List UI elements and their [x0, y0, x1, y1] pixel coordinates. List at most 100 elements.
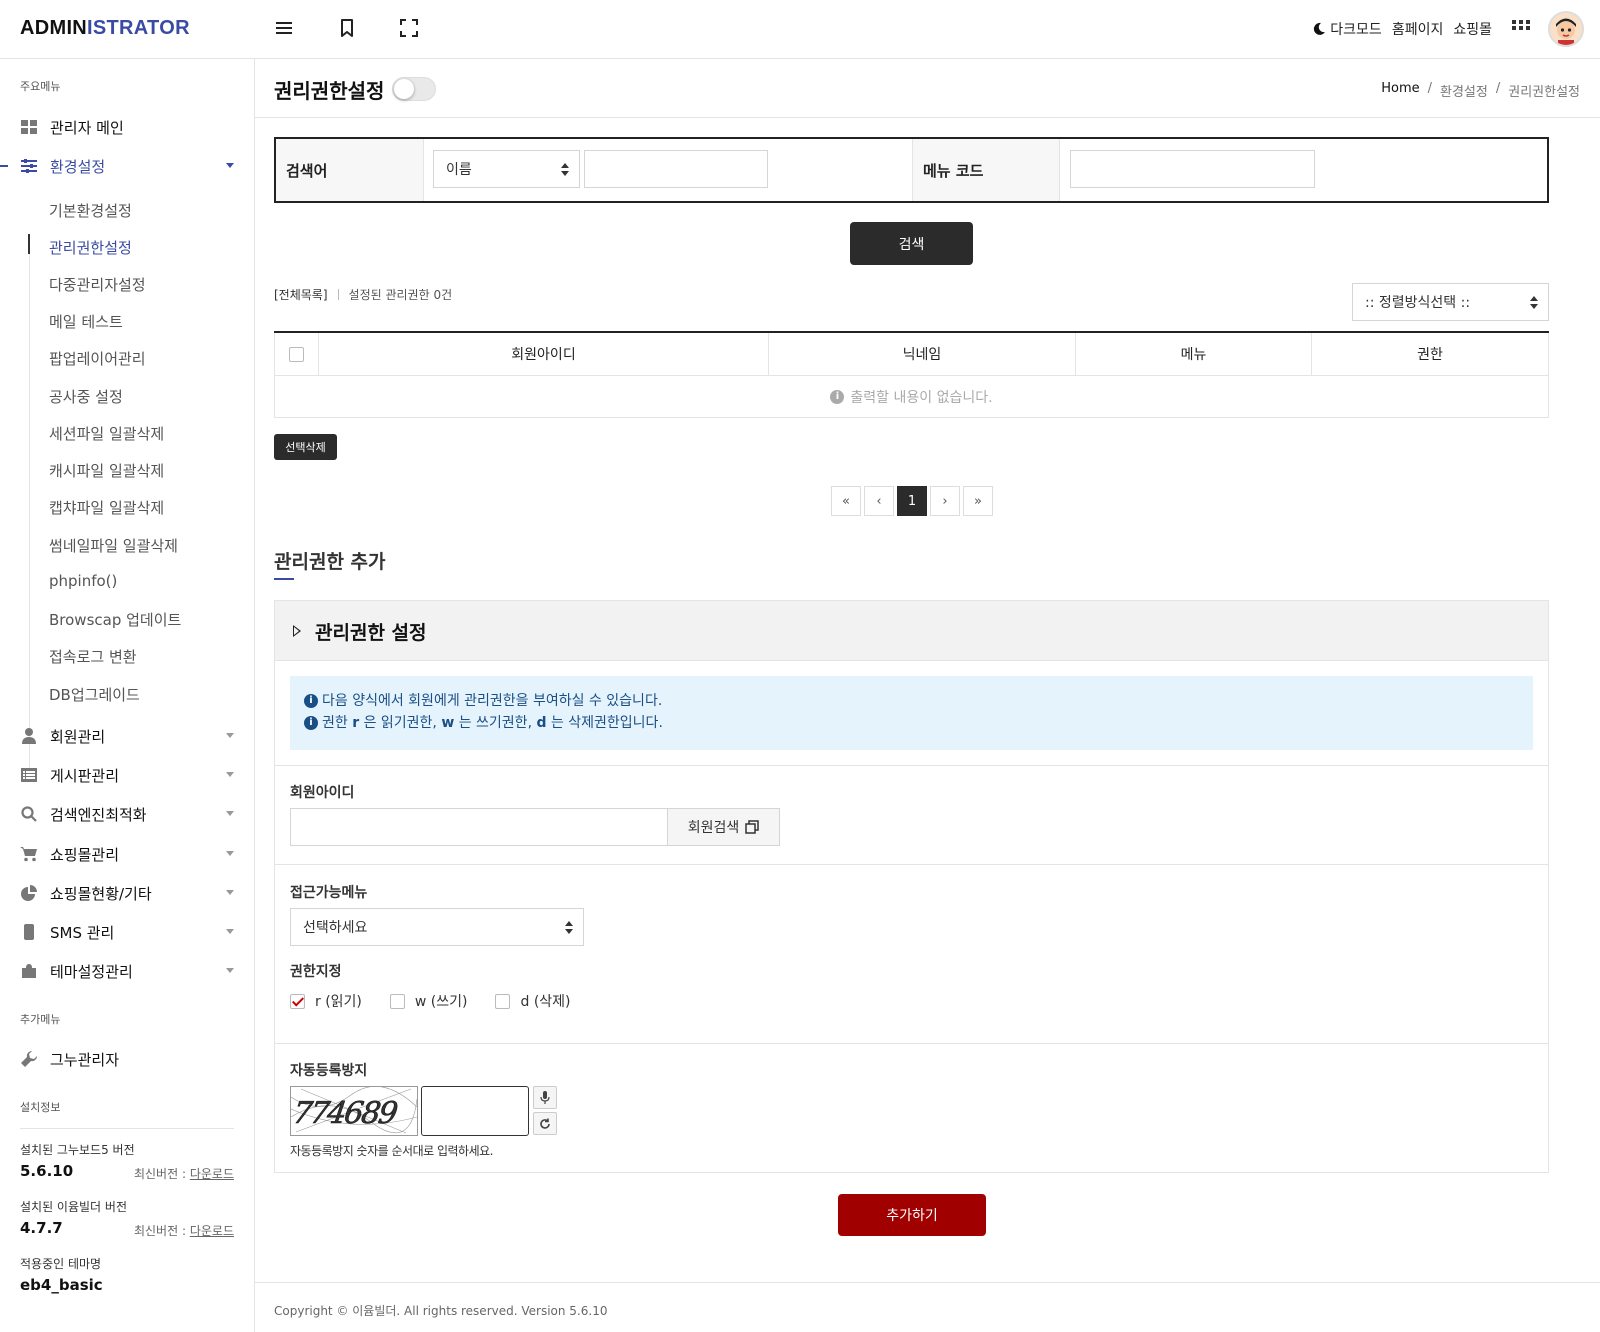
dark-mode-toggle[interactable]: 다크모드 — [1312, 19, 1382, 39]
sidebar-item-theme[interactable]: 테마설정관리 — [20, 956, 240, 986]
user-icon — [20, 727, 38, 745]
submenu-popup-layer[interactable]: 팝업레이어관리 — [49, 348, 146, 369]
sidebar-item-shop-status[interactable]: 쇼핑몰현황/기타 — [20, 878, 240, 908]
sidebar-item-label: 그누관리자 — [50, 1050, 120, 1069]
submenu-mail-test[interactable]: 메일 테스트 — [49, 311, 123, 332]
member-id-input[interactable] — [290, 808, 668, 846]
caret-right-icon — [293, 625, 301, 637]
sidebar-item-label: 검색엔진최적화 — [50, 805, 147, 824]
page-header: 권리권한설정 Home / 환경설정 / 권리권한설정 — [255, 59, 1600, 118]
logo-part1: ADMIN — [20, 17, 88, 39]
sidebar-item-sms[interactable]: SMS 관리 — [20, 917, 240, 947]
sidebar-item-seo[interactable]: 검색엔진최적화 — [20, 799, 240, 829]
submenu-session-delete[interactable]: 세션파일 일괄삭제 — [49, 423, 164, 444]
captcha-input[interactable] — [421, 1086, 529, 1136]
accessible-menu-select[interactable]: 선택하세요 — [290, 908, 584, 946]
avatar[interactable] — [1548, 11, 1584, 47]
search-button[interactable]: 검색 — [850, 222, 973, 265]
perm-delete-checkbox[interactable] — [495, 993, 511, 1009]
shop-link[interactable]: 쇼핑몰 — [1453, 19, 1492, 39]
prev-page-button[interactable]: ‹ — [864, 486, 894, 516]
panel-header[interactable]: 관리권한 설정 — [275, 601, 1548, 661]
submenu-access-log[interactable]: 접속로그 변환 — [49, 646, 137, 667]
sidebar-item-gnu-admin[interactable]: 그누관리자 — [20, 1044, 240, 1074]
sidebar-item-label: 게시판관리 — [50, 766, 120, 785]
divider — [275, 765, 1548, 766]
chevron-down-icon — [226, 851, 234, 856]
chevron-down-icon — [226, 733, 234, 738]
sidebar-item-label: SMS 관리 — [50, 923, 115, 942]
admin-logo[interactable]: ADMINISTRATOR — [20, 17, 190, 40]
download-link[interactable]: 다운로드 — [190, 1167, 234, 1181]
sort-select[interactable]: :: 정렬방식선택 :: — [1352, 283, 1549, 321]
perm-write-checkbox[interactable] — [389, 993, 405, 1009]
column-member-id[interactable]: 회원아이디 — [318, 333, 768, 375]
sort-select-value: :: 정렬방식선택 :: — [1365, 295, 1471, 311]
perm-delete[interactable]: d (삭제) — [495, 991, 571, 1011]
select-all-checkbox[interactable] — [289, 346, 304, 362]
breadcrumb-settings[interactable]: 환경설정 — [1440, 81, 1488, 100]
list-icon — [20, 766, 38, 784]
add-button[interactable]: 추가하기 — [838, 1194, 986, 1236]
search-field-value: 이름 — [446, 162, 472, 178]
all-list-link[interactable]: [전체목록] — [274, 286, 328, 303]
perm-read[interactable]: r (읽기) — [290, 991, 362, 1011]
gnuboard-latest: 최신버전 : 다운로드 — [134, 1165, 234, 1182]
search-field-select[interactable]: 이름 — [433, 150, 580, 188]
top-bar: ADMINISTRATOR 다크모드 홈페이지 쇼핑몰 — [0, 0, 1600, 59]
puzzle-icon — [20, 962, 38, 980]
bookmark-icon[interactable] — [335, 16, 359, 40]
captcha-refresh-button[interactable] — [533, 1112, 557, 1135]
perm-read-checkbox[interactable] — [290, 993, 305, 1009]
menu-icon[interactable] — [272, 16, 296, 40]
page-number[interactable]: 1 — [897, 486, 927, 516]
breadcrumb-home[interactable]: Home — [1381, 81, 1419, 100]
first-page-button[interactable]: « — [831, 486, 861, 516]
sidebar-item-admin-main[interactable]: 관리자 메인 — [20, 112, 240, 142]
last-page-button[interactable]: » — [963, 486, 993, 516]
logo-part2: ISTRATOR — [87, 17, 190, 39]
column-nickname[interactable]: 닉네임 — [768, 333, 1075, 375]
moon-icon — [1314, 22, 1326, 35]
submenu-admin-permission[interactable]: 관리권한설정 — [49, 237, 132, 258]
chevron-down-icon — [226, 890, 234, 895]
sidebar-item-settings[interactable]: 환경설정 — [20, 151, 240, 181]
sidebar-item-shop-admin[interactable]: 쇼핑몰관리 — [20, 839, 240, 869]
submenu-db-upgrade[interactable]: DB업그레이드 — [49, 684, 140, 705]
search-keyword-input[interactable] — [584, 150, 768, 188]
submenu-captcha-delete[interactable]: 캡챠파일 일괄삭제 — [49, 497, 164, 518]
submenu-construction[interactable]: 공사중 설정 — [49, 386, 123, 407]
wrench-icon — [20, 1050, 38, 1068]
chevron-down-icon — [226, 772, 234, 777]
eyoom-latest: 최신버전 : 다운로드 — [134, 1222, 234, 1239]
submenu-basic-settings[interactable]: 기본환경설정 — [49, 200, 132, 221]
table-header-row: 회원아이디 닉네임 메뉴 권한 — [274, 333, 1549, 376]
delete-selected-button[interactable]: 선택삭제 — [274, 434, 337, 460]
sidebar-item-label: 회원관리 — [50, 727, 106, 746]
menu-code-input[interactable] — [1070, 150, 1315, 188]
sidebar-item-members[interactable]: 회원관리 — [20, 721, 240, 751]
chevron-down-icon — [226, 811, 234, 816]
perm-write[interactable]: w (쓰기) — [389, 991, 467, 1011]
next-page-button[interactable]: › — [930, 486, 960, 516]
column-menu[interactable]: 메뉴 — [1075, 333, 1311, 375]
submenu-browscap[interactable]: Browscap 업데이트 — [49, 609, 181, 630]
captcha-audio-button[interactable] — [533, 1086, 557, 1109]
member-search-button[interactable]: 회원검색 — [667, 808, 780, 846]
homepage-link[interactable]: 홈페이지 — [1392, 19, 1444, 39]
submenu-cache-delete[interactable]: 캐시파일 일괄삭제 — [49, 460, 164, 481]
column-permission[interactable]: 권한 — [1311, 333, 1549, 375]
accessible-menu-value: 선택하세요 — [303, 920, 368, 936]
submenu-phpinfo[interactable]: phpinfo() — [49, 572, 117, 590]
notice-part: 는 삭제권한입니다. — [546, 715, 663, 731]
grid-icon[interactable] — [1512, 20, 1530, 38]
fullscreen-icon[interactable] — [397, 16, 421, 40]
pagination: « ‹ 1 › » — [831, 486, 993, 516]
download-link[interactable]: 다운로드 — [190, 1224, 234, 1238]
empty-message: 출력할 내용이 없습니다. — [850, 389, 993, 406]
sidebar-item-boards[interactable]: 게시판관리 — [20, 760, 240, 790]
submenu-thumbnail-delete[interactable]: 썸네일파일 일괄삭제 — [49, 535, 178, 556]
submenu-multi-admin[interactable]: 다중관리자설정 — [49, 274, 146, 295]
search-form: 검색어 이름 메뉴 코드 — [274, 137, 1549, 203]
page-toggle[interactable] — [392, 77, 436, 101]
